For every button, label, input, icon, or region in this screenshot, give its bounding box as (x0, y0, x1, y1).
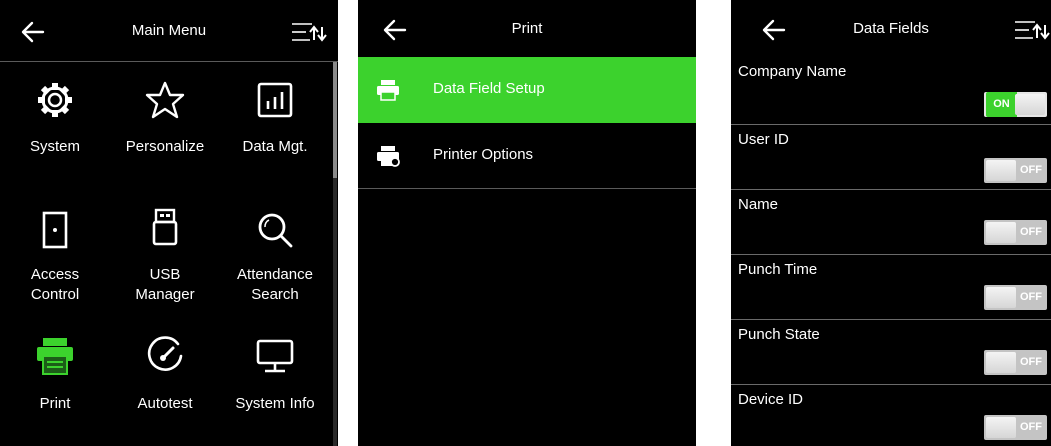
data-field-setup-item[interactable]: Data Field Setup (358, 57, 696, 123)
menu-item-system-info[interactable]: System Info (220, 316, 330, 446)
field-label: Device ID (738, 391, 804, 408)
field-row-punch-time: Punch Time OFF (731, 255, 1051, 320)
menu-item-label: System Info (235, 395, 315, 412)
menu-item-personalize[interactable]: Personalize (110, 62, 220, 192)
page-title: Print (511, 20, 543, 37)
field-row-user-id: User ID OFF (731, 125, 1051, 190)
scrollbar[interactable] (333, 62, 337, 446)
menu-item-access-control[interactable]: Access Control (0, 192, 110, 316)
field-label: Punch State (738, 326, 820, 343)
device-id-toggle[interactable]: OFF (984, 415, 1047, 440)
data-fields-header: Data Fields (731, 0, 1051, 57)
door-icon (42, 211, 68, 249)
menu-grid: System Personalize Data Mgt. Access Cont… (0, 62, 332, 446)
sort-menu-icon[interactable] (1013, 18, 1051, 44)
menu-item-print[interactable]: Print (0, 316, 110, 446)
menu-item-label: USB Manager (135, 266, 195, 303)
main-menu-header: Main Menu (0, 0, 338, 62)
print-header: Print (358, 0, 696, 57)
field-row-company-name: Company Name ON (731, 57, 1051, 125)
field-row-device-id: Device ID OFF (731, 385, 1051, 446)
menu-item-usb-manager[interactable]: USB Manager (110, 192, 220, 316)
toggle-knob (986, 287, 1016, 308)
field-label: User ID (738, 131, 789, 148)
menu-item-label: Print (39, 395, 71, 412)
name-toggle[interactable]: OFF (984, 220, 1047, 245)
gear-icon (38, 83, 72, 117)
field-label: Company Name (738, 63, 847, 80)
printer-settings-icon (377, 146, 400, 167)
company-name-toggle[interactable]: ON (984, 92, 1047, 117)
toggle-state-text: OFF (1020, 226, 1042, 238)
menu-item-label: Access Control (30, 266, 80, 303)
usb-icon (152, 208, 178, 246)
toggle-state-text: OFF (1020, 421, 1042, 433)
scrollbar-thumb[interactable] (333, 62, 337, 178)
toggle-state-text: OFF (1020, 356, 1042, 368)
monitor-icon (256, 339, 294, 373)
menu-item-label: Personalize (125, 138, 205, 155)
toggle-state-text: OFF (1020, 291, 1042, 303)
main-menu-screen: Main Menu System Personalize Data Mgt. A… (0, 0, 338, 446)
page-title: Main Menu (131, 22, 207, 39)
field-row-name: Name OFF (731, 190, 1051, 255)
gauge-icon (147, 336, 183, 371)
printer-icon (37, 338, 73, 375)
punch-state-toggle[interactable]: OFF (984, 350, 1047, 375)
menu-item-attendance-search[interactable]: Attendance Search (220, 192, 330, 316)
menu-item-label: Attendance Search (237, 266, 313, 303)
star-icon (145, 81, 185, 119)
printer-options-item[interactable]: Printer Options (358, 123, 696, 189)
data-fields-screen: Data Fields Company Name ON User ID OFF … (731, 0, 1051, 446)
toggle-state-text: OFF (1020, 164, 1042, 176)
punch-time-toggle[interactable]: OFF (984, 285, 1047, 310)
toggle-state-text: ON (986, 92, 1017, 117)
toggle-knob (986, 160, 1016, 181)
toggle-knob (986, 352, 1016, 373)
menu-item-system[interactable]: System (0, 62, 110, 192)
search-icon (258, 213, 293, 248)
menu-item-autotest[interactable]: Autotest (110, 316, 220, 446)
printer-icon (377, 80, 399, 101)
field-label: Name (738, 196, 779, 213)
toggle-knob (986, 417, 1016, 438)
user-id-toggle[interactable]: OFF (984, 158, 1047, 183)
menu-item-label: Autotest (137, 395, 193, 412)
menu-item-label: Printer Options (433, 146, 534, 163)
sort-menu-icon[interactable] (290, 20, 328, 46)
field-row-punch-state: Punch State OFF (731, 320, 1051, 385)
menu-item-label: System (29, 138, 80, 155)
menu-item-data-mgt[interactable]: Data Mgt. (220, 62, 330, 192)
toggle-knob (1015, 94, 1045, 115)
menu-item-label: Data Mgt. (242, 138, 308, 155)
chart-icon (257, 82, 293, 118)
print-screen: Print Data Field Setup Printer Options (358, 0, 696, 446)
menu-item-label: Data Field Setup (433, 80, 545, 97)
page-title: Data Fields (853, 20, 929, 37)
field-label: Punch Time (738, 261, 818, 278)
toggle-knob (986, 222, 1016, 243)
